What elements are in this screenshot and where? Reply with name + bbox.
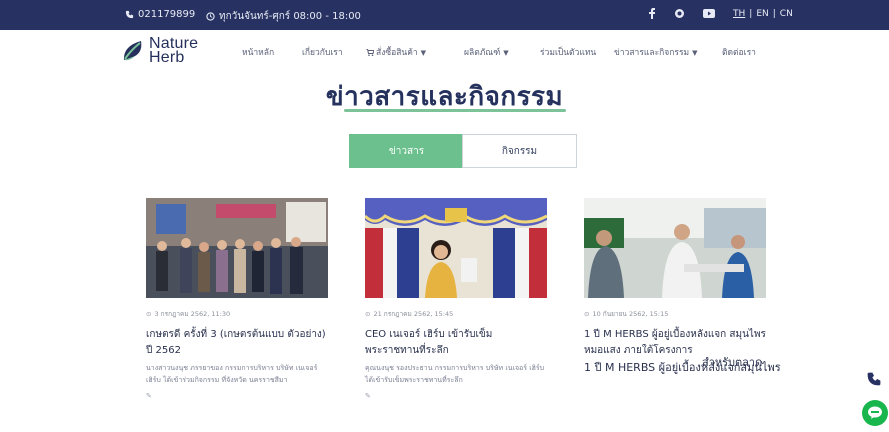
instagram-icon[interactable]: [674, 8, 685, 19]
floating-line-chat-button[interactable]: [862, 400, 888, 426]
news-card-meta: ⊙ 10 กันยายน 2562, 15:15: [584, 309, 766, 319]
news-card-excerpt: 1 ปี M HERBS ผู้อยู่เบื้องหลังแจกสมุนไพร…: [584, 356, 781, 395]
chevron-down-icon: ▼: [503, 49, 509, 57]
news-card-excerpt: นางสาวนงนุช ภรรยาของ กรรมการบริหาร บริษั…: [146, 364, 318, 384]
news-card-title[interactable]: CEO เนเจอร์ เฮิร์บ เข้ารับเข็ม พระราชทาน…: [365, 327, 547, 359]
clock-icon: ⊙: [146, 310, 152, 318]
clock-icon: ⊙: [365, 310, 371, 318]
tab-activity[interactable]: กิจกรรม: [462, 134, 577, 168]
youtube-icon[interactable]: [703, 8, 715, 18]
news-card-meta: ⊙ 21 กรกฎาคม 2562, 15:45: [365, 309, 547, 319]
news-card-title[interactable]: เกษตรดี ครั้งที่ 3 (เกษตรต้นแบบ ตัวอย่าง…: [146, 327, 328, 359]
title-underline: [344, 109, 566, 112]
tab-news[interactable]: ข่าวสาร: [349, 134, 464, 168]
hours-text: ทุกวันจันทร์-ศุกร์ 08:00 - 18:00: [219, 11, 361, 22]
main-navigation: Nature Herb หน้าหลัก เกี่ยวกับเรา สั่งซื…: [0, 30, 889, 74]
news-card-excerpt: คุณนงนุช รองประธาน กรรมการบริหาร บริษัท …: [365, 364, 545, 384]
phone-contact[interactable]: 021179899: [125, 9, 195, 20]
lang-en[interactable]: EN: [756, 9, 768, 19]
lang-divider: |: [772, 9, 776, 19]
news-card-overlay-tail: สำหรับตลาด: [702, 356, 763, 369]
opening-hours: ทุกวันจันทร์-ศุกร์ 08:00 - 18:00: [206, 9, 361, 24]
lang-divider: |: [749, 9, 753, 19]
news-card[interactable]: ⊙ 10 กันยายน 2562, 15:15 1 ปี M HERBS ผู…: [584, 198, 781, 395]
cart-icon: [366, 49, 374, 56]
news-card-date: 3 กรกฎาคม 2562, 11:30: [154, 310, 231, 318]
menu-item-partner[interactable]: ร่วมเป็นตัวแทน: [540, 45, 596, 59]
social-links: [648, 7, 715, 19]
clock-icon: [206, 12, 215, 21]
news-card-date: 21 กรกฎาคม 2562, 15:45: [373, 310, 454, 318]
site-logo[interactable]: Nature Herb: [121, 36, 198, 66]
menu-item-shop[interactable]: สั่งซื้อสินค้า ▼: [366, 45, 426, 59]
news-card-date: 10 กันยายน 2562, 15:15: [592, 310, 669, 318]
menu-item-news-label: ข่าวสารและกิจกรรม: [614, 48, 690, 58]
menu-item-news[interactable]: ข่าวสารและกิจกรรม ▼: [614, 45, 698, 59]
news-card-meta: ⊙ 3 กรกฎาคม 2562, 11:30: [146, 309, 328, 319]
menu-item-about[interactable]: เกี่ยวกับเรา: [302, 45, 343, 59]
tag-icon: ✎: [146, 392, 152, 400]
logo-line-2: Herb: [149, 49, 185, 66]
news-card-image[interactable]: [584, 198, 766, 298]
chevron-down-icon: ▼: [692, 49, 698, 57]
phone-icon: [125, 10, 134, 19]
news-card[interactable]: ⊙ 3 กรกฎาคม 2562, 11:30 เกษตรดี ครั้งที่…: [146, 198, 328, 400]
menu-item-products-label: ผลิตภัณฑ์: [464, 48, 501, 58]
logo-text: Nature Herb: [149, 36, 198, 66]
news-card-image[interactable]: [146, 198, 328, 298]
menu-item-shop-label: สั่งซื้อสินค้า: [376, 48, 418, 58]
news-card-image[interactable]: [365, 198, 547, 298]
menu-item-home[interactable]: หน้าหลัก: [242, 45, 274, 59]
chevron-down-icon: ▼: [420, 49, 427, 57]
clock-icon: ⊙: [584, 310, 590, 318]
leaf-logo-icon: [123, 41, 142, 61]
floating-call-button[interactable]: [866, 371, 882, 391]
facebook-icon[interactable]: [648, 7, 656, 19]
news-card-tag: ✎: [365, 392, 547, 400]
menu-item-products[interactable]: ผลิตภัณฑ์ ▼: [464, 45, 509, 59]
line-chat-icon: [868, 406, 882, 419]
news-card[interactable]: ⊙ 21 กรกฎาคม 2562, 15:45 CEO เนเจอร์ เฮิ…: [365, 198, 547, 400]
phone-number: 021179899: [138, 9, 196, 20]
lang-th[interactable]: TH: [733, 9, 745, 19]
lang-cn[interactable]: CN: [780, 9, 793, 19]
tag-icon: ✎: [365, 392, 371, 400]
language-switcher: TH | EN | CN: [733, 9, 793, 19]
top-bar: 021179899 ทุกวันจันทร์-ศุกร์ 08:00 - 18:…: [0, 0, 889, 30]
news-card-tag: ✎: [146, 392, 328, 400]
menu-item-contact[interactable]: ติดต่อเรา: [722, 45, 756, 59]
phone-icon: [867, 372, 881, 386]
